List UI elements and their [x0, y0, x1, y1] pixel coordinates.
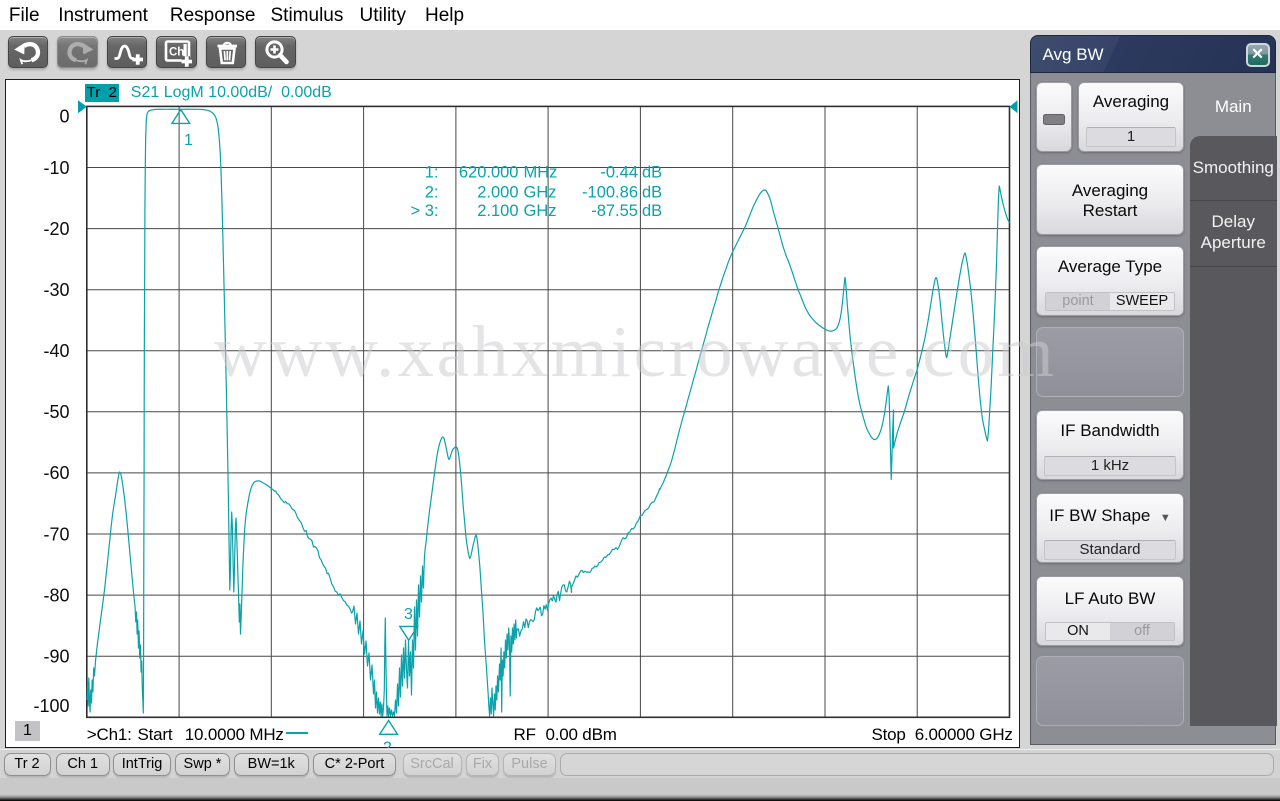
svg-text:620.000: 620.000 [459, 163, 519, 181]
svg-text:2: 2 [383, 739, 392, 748]
svg-text:-87.55: -87.55 [591, 202, 638, 220]
svg-text:GHz: GHz [524, 202, 557, 220]
svg-text:2:: 2: [425, 183, 439, 201]
svg-text:2.000: 2.000 [477, 183, 518, 201]
svg-text:-70: -70 [43, 524, 69, 544]
svg-text:-10: -10 [43, 157, 69, 177]
svg-text:-0.44: -0.44 [600, 163, 638, 181]
svg-text:dB: dB [642, 202, 662, 220]
svg-text:0: 0 [59, 106, 69, 126]
svg-text:3: 3 [404, 606, 413, 623]
svg-text:-100: -100 [33, 696, 69, 716]
svg-text:Ch: Ch [169, 47, 184, 59]
svg-text:> 3:: > 3: [411, 202, 439, 220]
svg-text:-20: -20 [43, 218, 69, 238]
svg-text:-60: -60 [43, 463, 69, 483]
svg-text:1:: 1: [425, 163, 439, 181]
svg-text:GHz: GHz [524, 183, 557, 201]
svg-text:MHz: MHz [524, 163, 558, 181]
svg-text:dB: dB [642, 163, 662, 181]
svg-text:-50: -50 [43, 402, 69, 422]
svg-text:-30: -30 [43, 280, 69, 300]
svg-text:-80: -80 [43, 585, 69, 605]
svg-text:2.100: 2.100 [477, 202, 518, 220]
svg-text:-100.86: -100.86 [582, 183, 638, 201]
svg-text:dB: dB [642, 183, 662, 201]
svg-text:-90: -90 [43, 646, 69, 666]
svg-text:1: 1 [184, 132, 193, 149]
svg-text:-40: -40 [43, 341, 69, 361]
